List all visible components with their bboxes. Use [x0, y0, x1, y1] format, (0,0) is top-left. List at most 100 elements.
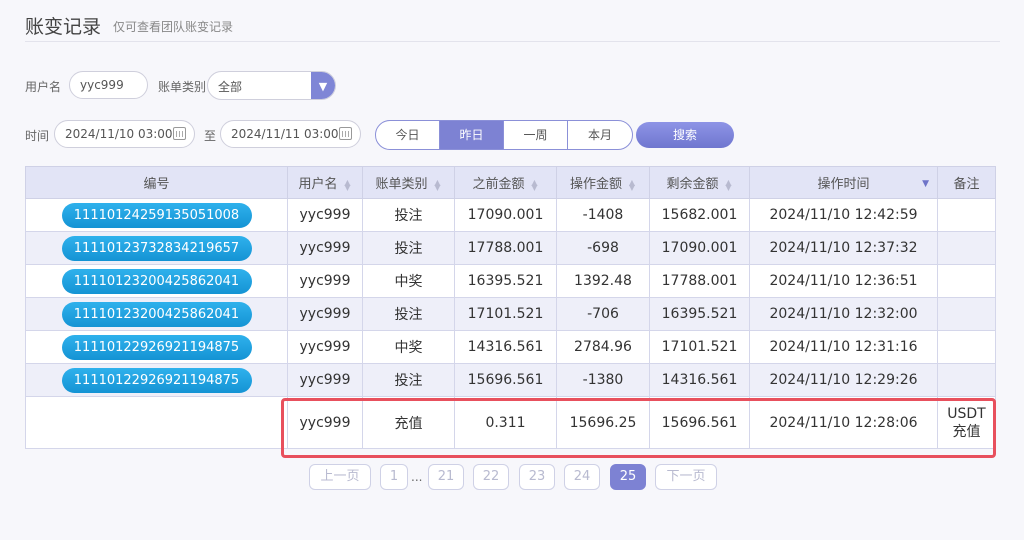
range-today-button[interactable]: 今日 [376, 121, 440, 149]
start-time-input[interactable]: 2024/11/10 03:00 [54, 120, 195, 148]
cell-type: 中奖 [362, 330, 455, 364]
sort-icon[interactable]: ▲ ▼ [628, 178, 636, 191]
note-line-1: USDT [947, 405, 986, 422]
category-selected-value: 全部 [218, 80, 243, 94]
col-header-note: 备注 [937, 166, 996, 199]
cell-note [937, 231, 996, 265]
search-button[interactable]: 搜索 [636, 122, 734, 148]
transaction-id-button[interactable]: 11110124259135051008 [61, 202, 252, 228]
range-month-button[interactable]: 本月 [568, 121, 632, 149]
page-button-21[interactable]: 21 [428, 464, 464, 490]
transaction-id-button[interactable]: 11110123200425862041 [61, 268, 252, 294]
username-input[interactable]: yyc999 [69, 71, 148, 99]
quick-range-tabs: 今日 昨日 一周 本月 [375, 120, 633, 150]
transaction-id-button[interactable]: 11110123732834219657 [61, 235, 252, 261]
cell-note [937, 330, 996, 364]
cell-before: 14316.561 [454, 330, 557, 364]
transaction-id-button[interactable]: 11110123200425862041 [61, 301, 252, 327]
page-button-25-current[interactable]: 25 [610, 464, 646, 490]
prev-page-button[interactable]: 上一页 [309, 464, 371, 490]
sort-icon[interactable]: ▲ ▼ [531, 178, 539, 191]
cell-type: 投注 [362, 363, 455, 397]
category-label: 账单类别 [158, 80, 207, 94]
cell-time: 2024/11/10 12:28:06 [749, 396, 938, 449]
chevron-down-icon[interactable]: ▼ [311, 72, 335, 99]
col-header-before[interactable]: 之前金额 ▲ ▼ [454, 166, 557, 199]
sort-icon[interactable]: ▲ ▼ [344, 178, 352, 191]
page-button-23[interactable]: 23 [519, 464, 555, 490]
cell-amount: -1380 [556, 363, 650, 397]
sort-icon[interactable]: ▲ ▼ [725, 178, 733, 191]
cell-before: 17101.521 [454, 297, 557, 331]
sort-desc-icon[interactable]: ▼ [922, 179, 929, 189]
cell-note [937, 363, 996, 397]
to-label: 至 [204, 129, 217, 143]
cell-time: 2024/11/10 12:29:26 [749, 363, 938, 397]
category-select[interactable]: 全部 ▼ [207, 71, 336, 100]
pagination-ellipsis: ... [411, 470, 423, 484]
cell-before: 16395.521 [454, 264, 557, 298]
table-row: 11110122926921194875 yyc999 中奖 14316.561… [25, 330, 996, 364]
cell-user: yyc999 [287, 264, 363, 298]
cell-note [937, 264, 996, 298]
cell-amount: -1408 [556, 198, 650, 232]
page-button-1[interactable]: 1 [380, 464, 408, 490]
cell-amount: -706 [556, 297, 650, 331]
col-header-after[interactable]: 剩余金额 ▲ ▼ [649, 166, 750, 199]
cell-before: 0.311 [454, 396, 557, 449]
col-header-type[interactable]: 账单类别 ▲ ▼ [362, 166, 455, 199]
cell-type: 投注 [362, 297, 455, 331]
cell-type: 充值 [362, 396, 455, 449]
page-header: 账变记录 仅可查看团队账变记录 [25, 10, 1000, 42]
cell-note [937, 297, 996, 331]
page-button-24[interactable]: 24 [564, 464, 600, 490]
next-page-button[interactable]: 下一页 [655, 464, 717, 490]
table-header-row: 编号 用户名 ▲ ▼ 账单类别 ▲ ▼ 之前金额 ▲ ▼ 操作金额 ▲ ▼ 剩余金额 ▲ ▼ 操作时… [25, 166, 996, 199]
cell-id-empty [25, 396, 288, 449]
cell-amount: 2784.96 [556, 330, 650, 364]
username-label: 用户名 [25, 80, 62, 94]
cell-user: yyc999 [287, 198, 363, 232]
cell-type: 中奖 [362, 264, 455, 298]
start-time-value: 2024/11/10 03:00 [65, 127, 173, 141]
end-time-input[interactable]: 2024/11/11 03:00 [220, 120, 361, 148]
transaction-id-button[interactable]: 11110122926921194875 [61, 367, 252, 393]
table-row: 11110122926921194875 yyc999 投注 15696.561… [25, 363, 996, 397]
time-label: 时间 [25, 129, 50, 143]
cell-amount: 15696.25 [556, 396, 650, 449]
calendar-icon[interactable] [339, 127, 352, 140]
note-line-2: 充值 [952, 423, 981, 440]
cell-after: 14316.561 [649, 363, 750, 397]
range-week-button[interactable]: 一周 [504, 121, 568, 149]
cell-user: yyc999 [287, 396, 363, 449]
col-header-id: 编号 [25, 166, 288, 199]
cell-user: yyc999 [287, 231, 363, 265]
cell-time: 2024/11/10 12:42:59 [749, 198, 938, 232]
col-header-time[interactable]: 操作时间 ▼ [749, 166, 938, 199]
table-row: 11110123732834219657 yyc999 投注 17788.001… [25, 231, 996, 265]
cell-note: USDT 充值 [937, 396, 996, 449]
table-row: 11110123200425862041 yyc999 投注 17101.521… [25, 297, 996, 331]
table-row: 11110123200425862041 yyc999 中奖 16395.521… [25, 264, 996, 298]
cell-before: 17090.001 [454, 198, 557, 232]
cell-after: 15682.001 [649, 198, 750, 232]
cell-after: 16395.521 [649, 297, 750, 331]
page-button-22[interactable]: 22 [473, 464, 509, 490]
end-time-value: 2024/11/11 03:00 [231, 127, 339, 141]
col-header-user[interactable]: 用户名 ▲ ▼ [287, 166, 363, 199]
col-header-amount[interactable]: 操作金额 ▲ ▼ [556, 166, 650, 199]
table-row: 11110124259135051008 yyc999 投注 17090.001… [25, 198, 996, 232]
page-subtitle: 仅可查看团队账变记录 [113, 20, 234, 34]
range-yesterday-button[interactable]: 昨日 [440, 121, 504, 149]
cell-type: 投注 [362, 198, 455, 232]
cell-user: yyc999 [287, 363, 363, 397]
calendar-icon[interactable] [173, 127, 186, 140]
cell-time: 2024/11/10 12:32:00 [749, 297, 938, 331]
cell-amount: -698 [556, 231, 650, 265]
transaction-id-button[interactable]: 11110122926921194875 [61, 334, 252, 360]
cell-after: 17090.001 [649, 231, 750, 265]
sort-icon[interactable]: ▲ ▼ [434, 178, 442, 191]
cell-after: 17101.521 [649, 330, 750, 364]
cell-time: 2024/11/10 12:31:16 [749, 330, 938, 364]
cell-type: 投注 [362, 231, 455, 265]
